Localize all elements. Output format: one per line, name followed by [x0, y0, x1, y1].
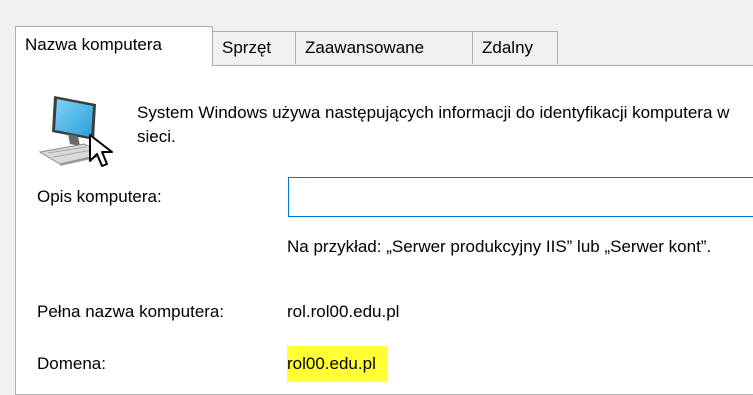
tab-computer-name[interactable]: Nazwa komputera [15, 26, 213, 66]
domain-value: rol00.edu.pl [287, 346, 388, 382]
tab-remote[interactable]: Zdalny [472, 31, 558, 64]
tab-strip: Nazwa komputera Sprzęt Zaawansowane Zdal… [0, 0, 753, 68]
tab-advanced[interactable]: Zaawansowane [295, 31, 473, 64]
tab-hardware[interactable]: Sprzęt [212, 31, 296, 64]
full-computer-name-value: rol.rol00.edu.pl [287, 302, 400, 321]
description-example-text: Na przykład: „Serwer produkcyjny IIS” lu… [287, 237, 712, 256]
mouse-pointer-icon [89, 134, 113, 167]
intro-text: System Windows używa następujących infor… [137, 103, 730, 146]
computer-description-label: Opis komputera: [37, 187, 162, 206]
full-computer-name-label: Pełna nazwa komputera: [37, 302, 225, 321]
computer-name-panel: System Windows używa następujących infor… [15, 65, 753, 395]
computer-description-input[interactable] [288, 177, 753, 217]
domain-label: Domena: [37, 354, 106, 373]
